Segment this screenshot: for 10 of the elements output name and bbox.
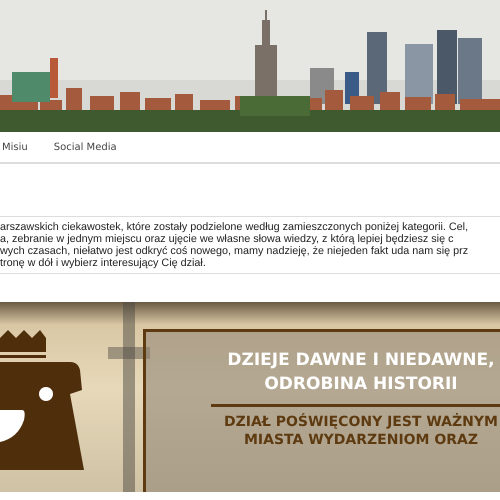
category-description: DZIAŁ POŚWIĘCONY JEST WAŻNYM [224, 413, 498, 431]
intro-text-line: wych czasach, niełatwo jest odkryć coś nowego, mamy nadzieję, że niejeden fakt uda nam się prz [0, 245, 470, 257]
category-description: MIASTA WYDARZENIOM ORAZ [244, 431, 478, 449]
intro-text-line: a, zebranie w jednym miejscu oraz ujęcie we własne słowa wiedzy, z którą lepiej będziesz się c [0, 233, 454, 245]
category-title: DZIEJE DAWNE I NIEDAWNE, [227, 349, 495, 372]
nav-link[interactable]: Misiu [0, 138, 30, 156]
intro-text-line: tronę w dół i wybierz interesujący Cię dział. [0, 257, 207, 269]
nav-link[interactable]: Social Media [52, 138, 119, 156]
intro-text-line: arszawskich ciekawostek, które zostały podzielone według zamieszczonych poniżej kategorii. Cel, [0, 221, 470, 233]
category-title: ODROBINA HISTORII [264, 373, 458, 396]
